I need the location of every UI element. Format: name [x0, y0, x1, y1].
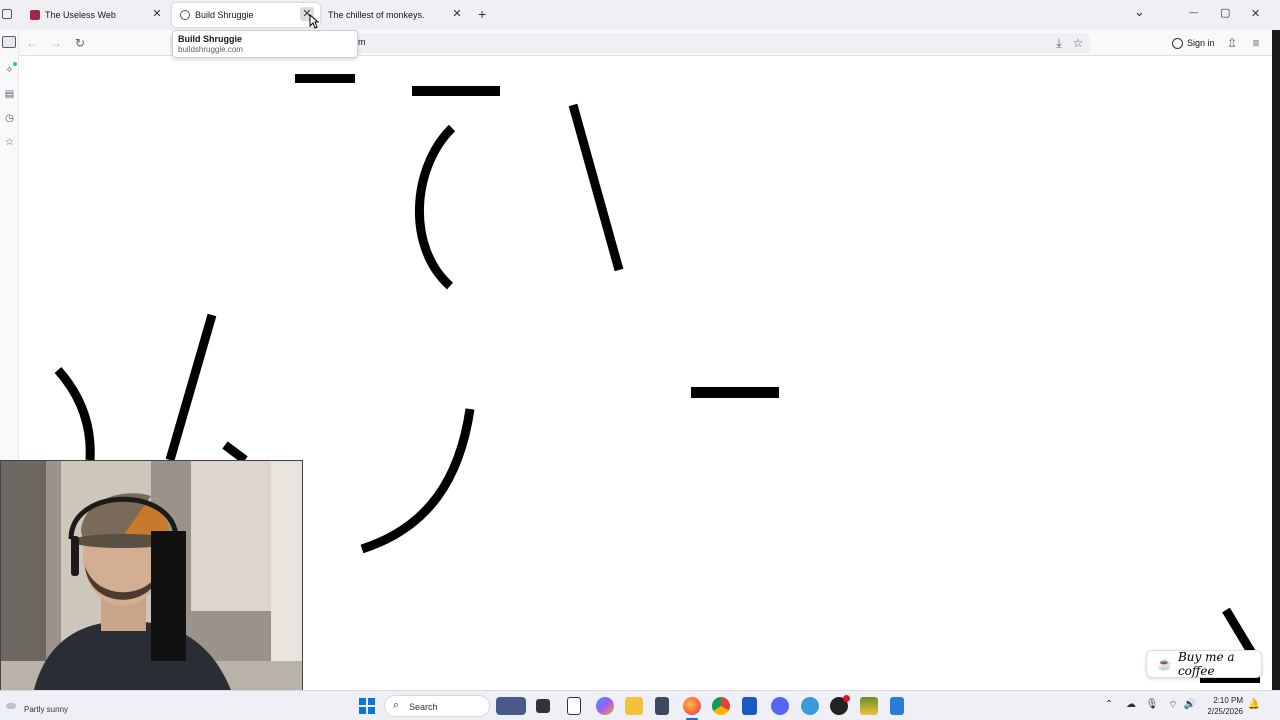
tab-chillest-monkeys[interactable]: The chillest of monkeys. ✕	[322, 3, 470, 27]
tab-tooltip: Build Shruggie buildshruggie.com	[172, 30, 358, 58]
reload-button[interactable]: ↻	[72, 35, 88, 51]
history-icon[interactable]: ◷	[3, 112, 16, 125]
back-button[interactable]: ←	[24, 35, 40, 51]
notes-app-icon[interactable]	[890, 697, 904, 715]
buy-me-a-coffee-button[interactable]: ☕ Buy me a coffee	[1146, 650, 1262, 678]
tab-close-icon[interactable]: ✕	[150, 7, 164, 21]
shrug-slash	[165, 313, 217, 462]
window-minimize-button[interactable]: —	[1189, 7, 1198, 17]
shrug-arm-bar-1	[295, 74, 355, 83]
taskbar-clock[interactable]: 2:10 PM 2/25/2026	[1203, 695, 1243, 717]
window-maximize-button[interactable]: ▢	[1220, 6, 1230, 19]
file-explorer-icon[interactable]	[625, 697, 643, 715]
wifi-icon[interactable]: ⌔	[1166, 699, 1180, 712]
tab-title: The chillest of monkeys.	[328, 10, 425, 20]
tab-title: The Useless Web	[45, 10, 116, 20]
mouse-cursor-icon	[309, 14, 319, 29]
bookmarks-icon[interactable]: ☆	[3, 136, 16, 149]
tab-close-icon[interactable]: ✕	[450, 7, 464, 21]
webcam-overlay	[0, 460, 303, 703]
tooltip-title: Build Shruggie	[178, 34, 242, 44]
notification-dot	[13, 62, 17, 66]
app-menu-icon[interactable]: ≡	[1248, 35, 1264, 51]
tab-useless-web[interactable]: The Useless Web ✕	[22, 3, 170, 27]
account-icon	[1172, 37, 1183, 49]
cloud-status-icon[interactable]: ☁	[1124, 699, 1138, 710]
synced-tabs-icon[interactable]: ▤	[3, 88, 16, 101]
buy-me-a-coffee-label: Buy me a coffee	[1177, 650, 1235, 678]
shrug-underscore-tail	[222, 441, 248, 464]
sign-in-label: Sign in	[1187, 38, 1215, 48]
copilot-icon[interactable]	[596, 697, 614, 715]
shruggie-favicon-icon	[180, 10, 190, 20]
sidebar-toggle-icon[interactable]	[2, 36, 16, 48]
save-to-pocket-icon[interactable]: ⤓	[1051, 35, 1067, 51]
windows-taskbar: Partly sunny ⌕ Search ⌃ ☁ 🎙 ⌔ 🔊 2:10 PM …	[0, 690, 1280, 720]
coffee-cup-icon: ☕	[1157, 657, 1172, 671]
extensions-icon[interactable]: ⇫	[1224, 35, 1240, 51]
shrug-backslash	[568, 103, 624, 272]
microphone-icon[interactable]: 🎙	[1145, 699, 1159, 710]
webcam-person-image	[1, 461, 302, 702]
stack-app-icon[interactable]	[860, 697, 878, 715]
firefox-icon[interactable]	[683, 697, 701, 715]
shrug-arm-bar-2	[412, 86, 500, 96]
chrome-icon[interactable]	[712, 697, 730, 715]
notifications-bell-icon[interactable]: 🔔	[1247, 699, 1261, 710]
notepad-icon[interactable]	[567, 697, 581, 715]
useless-web-favicon-icon	[30, 10, 40, 20]
shrug-mouth-curve	[360, 408, 475, 554]
tab-list-icon[interactable]: ⌄	[1134, 4, 1145, 20]
weather-icon[interactable]	[6, 703, 16, 709]
recording-dot	[843, 695, 850, 702]
window-close-button[interactable]: ✕	[1251, 7, 1260, 20]
tooltip-url: buildshruggie.com	[178, 45, 243, 54]
new-tab-icon[interactable]: +	[478, 6, 486, 22]
url-text: m	[358, 37, 366, 47]
search-highlight-icon[interactable]	[496, 697, 526, 715]
shrug-close-paren-partial	[54, 367, 95, 461]
app-icon[interactable]	[801, 697, 819, 715]
word-document-icon[interactable]	[742, 697, 757, 715]
search-icon: ⌕	[393, 699, 400, 711]
discord-icon[interactable]	[771, 697, 789, 715]
window-edge	[1272, 30, 1280, 690]
tab-build-shruggie[interactable]: Build Shruggie ✕	[172, 3, 320, 27]
clock-time: 2:10 PM	[1213, 696, 1243, 705]
volume-icon[interactable]: 🔊	[1183, 699, 1197, 710]
show-hidden-icons-icon[interactable]: ⌃	[1102, 699, 1116, 710]
shrug-open-paren	[415, 124, 456, 290]
shrug-eye-bar	[691, 387, 779, 398]
tab-strip: The Useless Web ✕ Build Shruggie ✕ The c…	[0, 0, 1280, 30]
sign-in-button[interactable]: Sign in	[1172, 35, 1215, 51]
taskbar-search-box[interactable]: ⌕ Search	[384, 695, 490, 717]
windows-start-icon[interactable]	[358, 697, 376, 715]
calculator-icon[interactable]	[655, 697, 669, 715]
forward-button[interactable]: →	[48, 35, 64, 51]
search-placeholder: Search	[409, 702, 438, 712]
clock-date: 2/25/2026	[1207, 707, 1243, 716]
tab-title: Build Shruggie	[195, 10, 254, 20]
weather-label[interactable]: Partly sunny	[24, 705, 68, 714]
firefox-view-icon[interactable]	[2, 9, 12, 19]
bookmark-star-icon[interactable]: ☆	[1070, 35, 1086, 51]
task-view-icon[interactable]	[536, 699, 550, 713]
